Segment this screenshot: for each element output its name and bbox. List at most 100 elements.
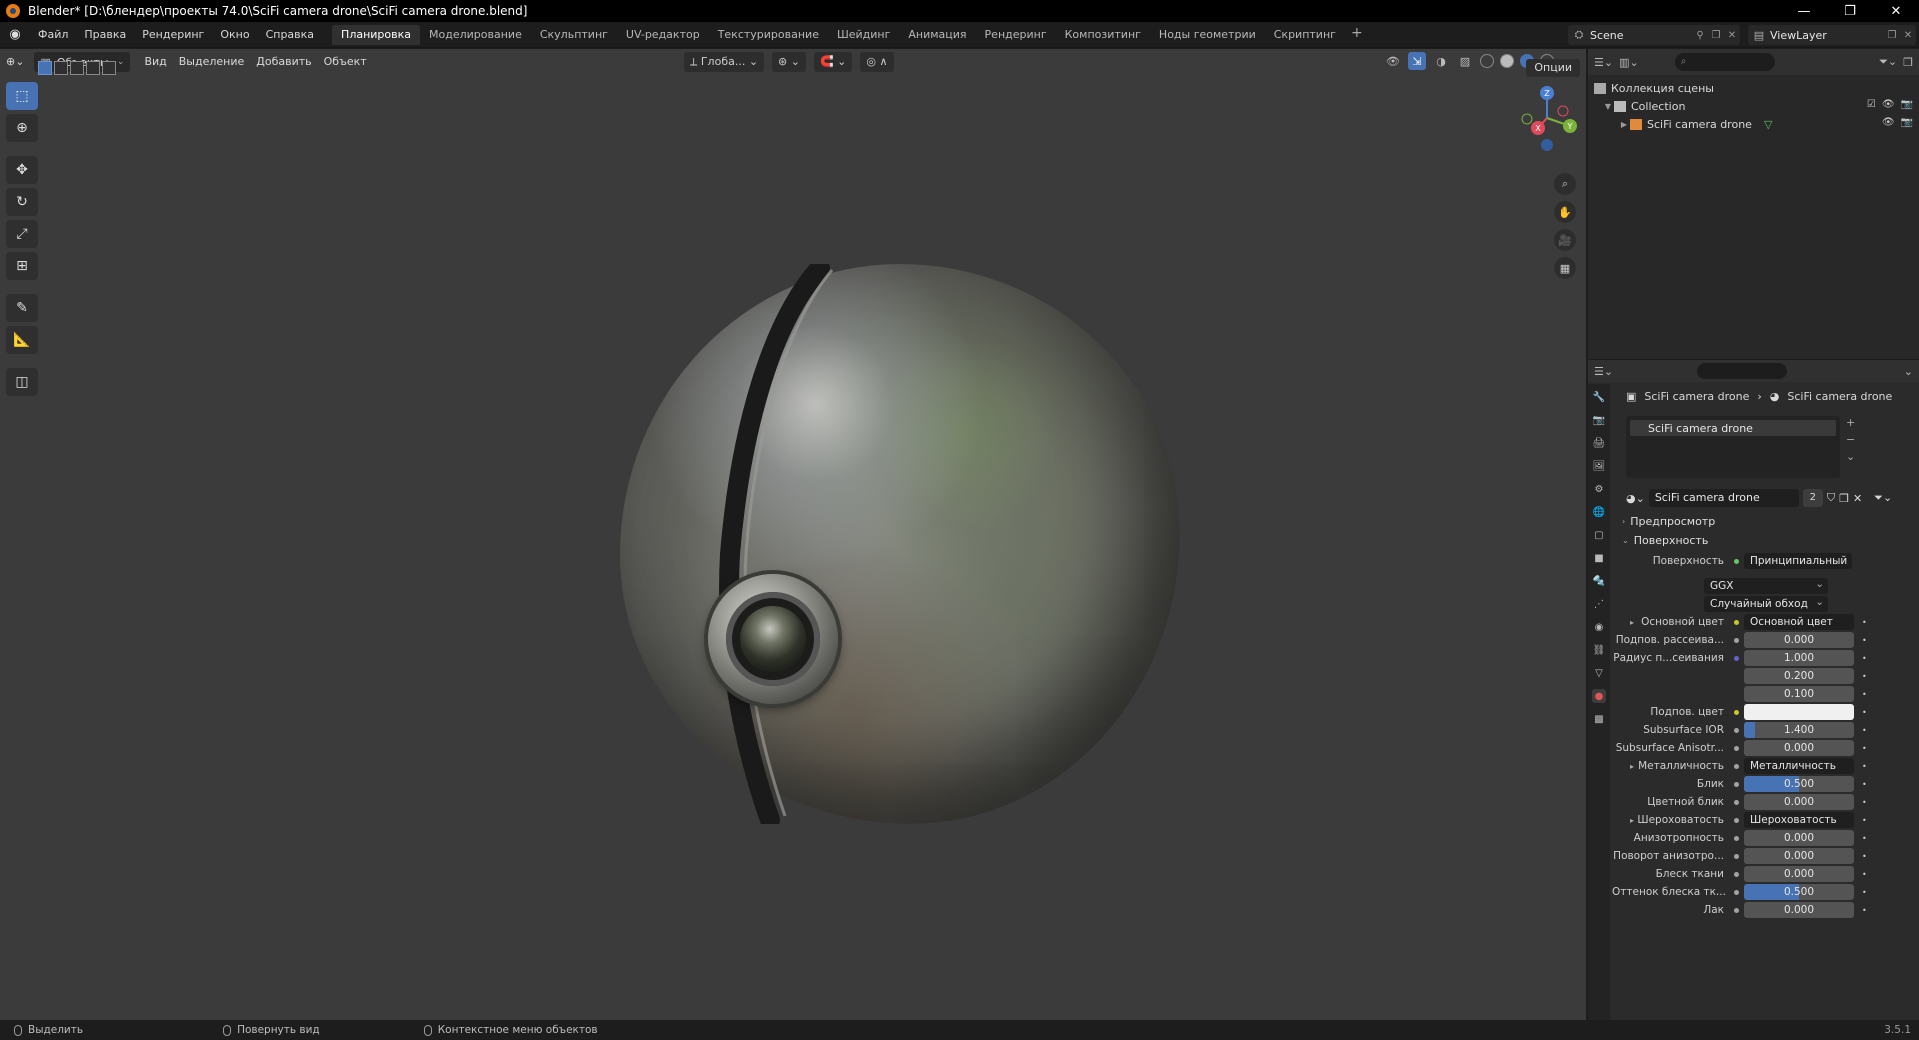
physics-tab-icon[interactable]: ◉ xyxy=(1592,620,1606,634)
preview-panel-header[interactable]: › Предпросмотр xyxy=(1622,512,1918,530)
tab-rendering[interactable]: Рендеринг xyxy=(976,25,1056,45)
linked-input-field[interactable]: Основной цвет xyxy=(1744,614,1854,630)
eye-icon[interactable]: 👁 xyxy=(1882,117,1895,128)
proportional-edit-toggle[interactable]: ◎ ∧ xyxy=(860,52,894,72)
restore-button[interactable]: ❐ xyxy=(1827,0,1873,22)
menu-add[interactable]: Добавить xyxy=(250,52,317,72)
keyframe-dot-icon[interactable]: • xyxy=(1862,618,1872,627)
surface-panel-header[interactable]: ⌄ Поверхность xyxy=(1622,531,1918,549)
camera-render-icon[interactable]: 📷 xyxy=(1901,99,1913,110)
keyframe-dot-icon[interactable]: • xyxy=(1862,654,1872,663)
viewlayer-name[interactable]: ViewLayer xyxy=(1770,29,1884,42)
socket-icon[interactable] xyxy=(1730,616,1742,628)
socket-icon[interactable] xyxy=(1730,886,1742,898)
fake-user-icon[interactable]: ⛉ xyxy=(1827,491,1835,505)
scene-name[interactable]: Scene xyxy=(1590,29,1692,42)
socket-icon[interactable] xyxy=(1730,706,1742,718)
socket-icon[interactable] xyxy=(1730,850,1742,862)
outliner-search-input[interactable]: ⌕ xyxy=(1674,53,1775,71)
expand-arrow-icon[interactable]: ▸ xyxy=(1630,618,1634,627)
3d-viewport[interactable]: ⊕⌄ ▣ Объекты ⌄ Вид Выделение Добавить Об… xyxy=(0,49,1586,1020)
overlay-toggle-icon[interactable]: ◑ xyxy=(1432,52,1450,70)
new-collection-icon[interactable]: ❐ xyxy=(1903,56,1913,69)
tab-modeling[interactable]: Моделирование xyxy=(420,25,531,45)
linked-input-field[interactable]: Металличность xyxy=(1744,758,1854,774)
expand-arrow-icon[interactable]: ▶ xyxy=(1618,120,1630,129)
socket-icon[interactable] xyxy=(1730,778,1742,790)
number-field[interactable]: 0.000 xyxy=(1744,632,1854,648)
keyframe-dot-icon[interactable]: • xyxy=(1862,798,1872,807)
outliner-editor-type-icon[interactable]: ☰⌄ xyxy=(1594,56,1613,69)
menu-file[interactable]: Файл xyxy=(30,25,76,45)
measure-tool-icon[interactable]: 📐 xyxy=(6,326,38,354)
select-invert-icon[interactable] xyxy=(86,61,100,75)
annotate-tool-icon[interactable]: ✎ xyxy=(6,294,38,322)
keyframe-dot-icon[interactable]: • xyxy=(1862,906,1872,915)
surface-shader-field[interactable]: Принципиальный BSDF xyxy=(1744,553,1852,569)
socket-icon[interactable] xyxy=(1730,724,1742,736)
view-layer-tab-icon[interactable]: 🖼 xyxy=(1592,459,1606,473)
expand-arrow-icon[interactable]: ▸ xyxy=(1630,816,1634,825)
properties-search-input[interactable] xyxy=(1697,363,1788,379)
delete-scene-icon[interactable]: ✕ xyxy=(1724,30,1740,41)
outliner-scene-collection[interactable]: Коллекция сцены xyxy=(1588,79,1919,97)
number-field[interactable]: 1.000 xyxy=(1744,650,1854,666)
tab-geometry-nodes[interactable]: Ноды геометрии xyxy=(1150,25,1265,45)
delete-viewlayer-icon[interactable]: ✕ xyxy=(1900,30,1916,41)
object-tab-icon[interactable]: ■ xyxy=(1592,551,1606,565)
number-field[interactable]: 0.000 xyxy=(1744,740,1854,756)
constraints-tab-icon[interactable]: ⛓ xyxy=(1592,643,1606,657)
material-slot-list[interactable]: SciFi camera drone xyxy=(1626,416,1840,478)
distribution-dropdown[interactable]: GGX xyxy=(1704,576,1828,594)
options-dropdown[interactable]: Опции xyxy=(1526,59,1580,77)
keyframe-dot-icon[interactable]: • xyxy=(1862,762,1872,771)
unlink-material-icon[interactable]: ✕ xyxy=(1853,492,1862,505)
menu-render[interactable]: Рендеринг xyxy=(134,25,212,45)
number-field[interactable]: 0.500 xyxy=(1744,776,1854,792)
mesh-data-icon[interactable]: ▽ xyxy=(1764,118,1772,131)
render-tab-icon[interactable]: 📷 xyxy=(1592,413,1606,427)
tab-animation[interactable]: Анимация xyxy=(899,25,975,45)
world-tab-icon[interactable]: 🌐 xyxy=(1592,505,1606,519)
tab-compositing[interactable]: Композитинг xyxy=(1056,25,1150,45)
collection-tab-icon[interactable]: ▢ xyxy=(1592,528,1606,542)
texture-tab-icon[interactable]: ▩ xyxy=(1592,712,1606,726)
cursor-tool-icon[interactable]: ⊕ xyxy=(6,114,38,142)
socket-icon[interactable] xyxy=(1730,832,1742,844)
material-name-field[interactable]: SciFi camera drone xyxy=(1648,489,1799,507)
keyframe-dot-icon[interactable]: • xyxy=(1862,708,1872,717)
subsurface-method-dropdown[interactable]: Случайный обход xyxy=(1704,594,1828,612)
keyframe-dot-icon[interactable]: • xyxy=(1862,690,1872,699)
socket-icon[interactable] xyxy=(1730,634,1742,646)
keyframe-dot-icon[interactable]: • xyxy=(1862,816,1872,825)
material-tab-icon[interactable]: ● xyxy=(1592,689,1606,703)
snap-toggle[interactable]: 🧲 ⌄ xyxy=(813,52,853,72)
blender-menu-icon[interactable]: ◉ xyxy=(0,27,30,42)
pin-icon[interactable]: ⚲ xyxy=(1692,30,1708,41)
outliner-collection[interactable]: ▼ Collection ☑ 👁 📷 xyxy=(1588,97,1919,115)
socket-icon[interactable] xyxy=(1730,904,1742,916)
gizmo-toggle-icon[interactable]: ⇲ xyxy=(1408,52,1426,70)
keyframe-dot-icon[interactable]: • xyxy=(1862,744,1872,753)
tab-scripting[interactable]: Скриптинг xyxy=(1265,25,1345,45)
number-field[interactable]: 0.000 xyxy=(1744,902,1854,918)
select-box-tool-icon[interactable]: ⬚ xyxy=(6,82,38,110)
socket-icon[interactable] xyxy=(1730,742,1742,754)
scene-tab-icon[interactable]: ⚙ xyxy=(1592,482,1606,496)
expand-arrow-icon[interactable]: ▼ xyxy=(1602,102,1614,111)
neg-y-axis-icon[interactable] xyxy=(1521,113,1533,125)
keyframe-dot-icon[interactable]: • xyxy=(1862,780,1872,789)
number-field[interactable]: 0.100 xyxy=(1744,686,1854,702)
socket-icon[interactable] xyxy=(1730,796,1742,808)
material-slot[interactable]: SciFi camera drone xyxy=(1630,420,1836,436)
socket-icon[interactable] xyxy=(1730,760,1742,772)
orientation-selector[interactable]: ⟂ Глоба... ⌄ xyxy=(684,52,765,72)
neg-x-axis-icon[interactable] xyxy=(1557,105,1569,117)
new-scene-icon[interactable]: ❐ xyxy=(1708,30,1724,41)
add-slot-button[interactable]: + xyxy=(1846,416,1855,429)
output-tab-icon[interactable]: 🖨 xyxy=(1592,436,1606,450)
menu-edit[interactable]: Правка xyxy=(76,25,134,45)
viewlayer-selector[interactable]: ▤ ViewLayer ❐ ✕ xyxy=(1748,25,1916,45)
outliner-object[interactable]: ▶ SciFi camera drone ▽ 👁 📷 xyxy=(1588,115,1919,133)
ortho-grid-icon[interactable]: ▦ xyxy=(1554,257,1576,279)
